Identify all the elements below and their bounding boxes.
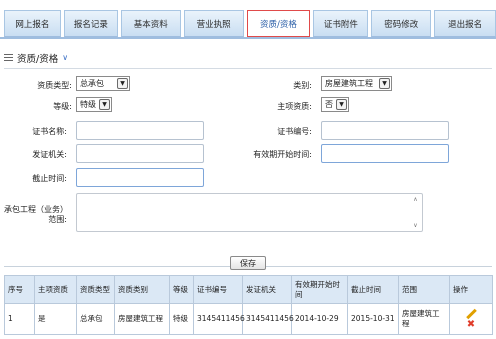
col-header: 有效期开始时间 (291, 275, 348, 304)
textarea-scrollbar[interactable]: ∧ ∨ (411, 196, 420, 229)
qual-type-value: 总承包 (80, 79, 104, 88)
chevron-double-down-icon[interactable]: ∨ (62, 53, 68, 62)
table-row: 1 是 总承包 房屋建筑工程 特级 3145411456 3145411456 … (4, 303, 493, 335)
col-header: 范围 (398, 275, 450, 304)
top-nav: 网上报名 报名记录 基本资料 营业执照 资质/资格 证书附件 密码修改 退出报名 (0, 10, 496, 37)
nav-underline (0, 37, 496, 39)
col-header: 资质类型 (76, 275, 115, 304)
category-label: 类别: (293, 81, 312, 90)
cert-no-input[interactable] (321, 121, 449, 140)
main-qual-select[interactable]: 否 ▼ (321, 97, 349, 112)
category-value: 房屋建筑工程 (325, 79, 373, 88)
scope-textarea[interactable]: ∧ ∨ (76, 193, 423, 232)
deadline-input[interactable] (76, 168, 204, 187)
col-header: 截止时间 (347, 275, 399, 304)
qualification-table: 序号 主项资质 资质类型 资质类别 等级 证书编号 发证机关 有效期开始时间 截… (4, 275, 493, 335)
table-cell: 2014-10-29 (291, 303, 348, 335)
save-button[interactable]: 保存 (230, 256, 266, 270)
deadline-label: 截止时间: (32, 174, 67, 183)
table-cell: 总承包 (76, 303, 115, 335)
section-header: 资质/资格 ∨ (4, 50, 492, 65)
edit-pencil-icon[interactable] (466, 309, 476, 319)
chevron-down-icon: ▼ (336, 99, 347, 110)
col-header: 证书编号 (193, 275, 243, 304)
tab-signup-records[interactable]: 报名记录 (63, 10, 118, 37)
valid-start-input[interactable] (321, 144, 449, 163)
valid-start-label: 有效期开始时间: (253, 150, 312, 159)
tab-change-password[interactable]: 密码修改 (371, 10, 432, 37)
cert-name-label: 证书名称: (32, 127, 67, 136)
chevron-down-icon: ▼ (117, 78, 128, 89)
cert-no-label: 证书编号: (277, 127, 312, 136)
table-cell: 3145411456 (242, 303, 294, 335)
qual-type-label: 资质类型: (37, 81, 72, 90)
cert-name-input[interactable] (76, 121, 204, 140)
table-cell: 房屋建筑工程 (114, 303, 170, 335)
table-cell: 1 (4, 303, 35, 335)
qual-type-select[interactable]: 总承包 ▼ (76, 76, 130, 91)
grade-label: 等级: (53, 102, 72, 111)
row-actions: ✖ (453, 309, 489, 330)
chevron-down-icon: ▼ (99, 99, 110, 110)
tab-certificate-attachments[interactable]: 证书附件 (313, 10, 369, 37)
tab-basic-info[interactable]: 基本资料 (120, 10, 181, 37)
grade-value: 特级 (80, 100, 96, 109)
table-cell: 3145411456 (193, 303, 245, 335)
table-cell: 是 (34, 303, 77, 335)
col-header: 主项资质 (34, 275, 77, 304)
col-header: 资质类别 (114, 275, 170, 304)
scope-label: 承包工程（业务） 范围: (4, 205, 68, 225)
col-header: 序号 (4, 275, 35, 304)
tab-business-license[interactable]: 营业执照 (183, 10, 244, 37)
category-select[interactable]: 房屋建筑工程 ▼ (321, 76, 392, 91)
table-cell: 2015-10-31 (347, 303, 399, 335)
table-cell: 特级 (169, 303, 194, 335)
table-header-row: 序号 主项资质 资质类型 资质类别 等级 证书编号 发证机关 有效期开始时间 截… (4, 275, 493, 304)
section-title: 资质/资格 (17, 53, 59, 65)
grade-select[interactable]: 特级 ▼ (76, 97, 112, 112)
tab-qualifications[interactable]: 资质/资格 (246, 10, 311, 37)
main-qual-label: 主项资质: (277, 102, 312, 111)
issuer-label: 发证机关: (32, 150, 67, 159)
scroll-up-icon[interactable]: ∧ (413, 196, 417, 203)
scope-label-line1: 承包工程（业务） (4, 205, 68, 214)
tab-exit-signup[interactable]: 退出报名 (434, 10, 496, 37)
table-cell: 房屋建筑工程 (398, 303, 450, 335)
tab-online-signup[interactable]: 网上报名 (4, 10, 61, 37)
issuer-input[interactable] (76, 144, 204, 163)
main-qual-value: 否 (325, 100, 333, 109)
delete-x-icon[interactable]: ✖ (467, 319, 475, 330)
section-divider (4, 68, 492, 69)
col-header: 等级 (169, 275, 194, 304)
col-header: 发证机关 (242, 275, 292, 304)
scope-label-line2: 范围: (48, 215, 67, 224)
chevron-down-icon: ▼ (379, 78, 390, 89)
col-header: 操作 (449, 275, 493, 304)
table-cell-actions: ✖ (449, 303, 493, 335)
scroll-down-icon[interactable]: ∨ (413, 222, 417, 229)
menu-lines-icon (4, 54, 13, 61)
